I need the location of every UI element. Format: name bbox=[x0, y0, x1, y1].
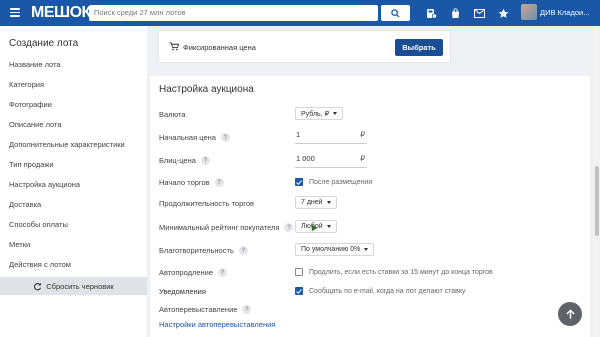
duration-dropdown[interactable]: 7 дней bbox=[295, 196, 337, 209]
auction-start-label-text: Начало торгов bbox=[159, 178, 210, 187]
charity-value: По умолчанию 0% bbox=[301, 246, 361, 253]
help-icon[interactable]: ? bbox=[238, 246, 248, 255]
checkbox-checked-icon bbox=[295, 287, 303, 295]
duration-value: 7 дней bbox=[301, 199, 323, 206]
refresh-icon bbox=[34, 282, 42, 290]
start-price-label-text: Начальная цена bbox=[159, 133, 216, 142]
help-icon[interactable]: ? bbox=[200, 156, 210, 165]
notifications-label-text: Уведомления bbox=[159, 287, 206, 296]
blitz-price-label: Блиц-цена? bbox=[159, 156, 210, 165]
menu-icon[interactable] bbox=[10, 8, 20, 17]
chevron-down-icon bbox=[364, 248, 369, 251]
blitz-price-input[interactable]: 1 000 ₽ bbox=[295, 154, 367, 168]
help-icon[interactable]: ? bbox=[220, 133, 230, 142]
search-button[interactable] bbox=[381, 5, 410, 21]
help-icon[interactable]: ? bbox=[218, 268, 228, 277]
charity-label-text: Благотворительность bbox=[159, 246, 234, 255]
cart-icon bbox=[169, 42, 179, 51]
autoextend-label: Автопродление? bbox=[159, 268, 228, 277]
sidebar-item-characteristics[interactable]: Дополнительные характеристики bbox=[9, 140, 125, 149]
autoextend-checkbox[interactable]: Продлить, если есть ставки за 15 минут д… bbox=[295, 268, 493, 276]
autoextend-label-text: Автопродление bbox=[159, 268, 214, 277]
start-after-posting-label: После размещения bbox=[309, 178, 373, 186]
sidebar-item-photos[interactable]: Фотографии bbox=[9, 100, 52, 109]
autorelist-settings-link[interactable]: Настройки автоперевыставления bbox=[159, 320, 275, 329]
chevron-down-icon bbox=[326, 201, 331, 204]
chevron-down-icon bbox=[326, 225, 331, 228]
currency-symbol: ₽ bbox=[360, 130, 365, 139]
blitz-price-value: 1 000 bbox=[296, 154, 315, 163]
fixed-price-label: Фиксированная цена bbox=[183, 43, 256, 52]
site-logo[interactable]: МЕШОК bbox=[31, 4, 91, 22]
help-icon[interactable]: ? bbox=[214, 178, 224, 187]
currency-dropdown[interactable]: Рубль, ₽ bbox=[295, 107, 344, 120]
reset-draft-button[interactable]: Сбросить черновик bbox=[0, 277, 147, 295]
auction-settings-title: Настройка аукциона bbox=[159, 84, 254, 95]
start-price-input[interactable]: 1 ₽ bbox=[295, 130, 367, 144]
calc-icon[interactable] bbox=[424, 6, 438, 20]
search-input[interactable]: Поиск среди 27 млн лотов bbox=[89, 5, 378, 21]
auction-settings-card: Настройка аукциона Валюта Рубль, ₽ Начал… bbox=[150, 76, 590, 337]
sidebar-title: Создание лота bbox=[9, 38, 79, 49]
arrow-up-icon bbox=[565, 308, 575, 319]
currency-value: Рубль, ₽ bbox=[301, 110, 330, 118]
duration-label: Продолжительность торгов bbox=[159, 199, 254, 208]
notifications-label: Уведомления bbox=[159, 287, 206, 296]
sidebar-item-description[interactable]: Описание лота bbox=[9, 120, 62, 129]
star-icon[interactable] bbox=[496, 6, 510, 20]
checkbox-checked-icon bbox=[295, 178, 303, 186]
reset-draft-label: Сбросить черновик bbox=[46, 281, 114, 291]
sidebar-item-delivery[interactable]: Доставка bbox=[9, 200, 41, 209]
fixed-price-card: Фиксированная цена Выбрать bbox=[158, 30, 451, 63]
help-icon[interactable]: ? bbox=[242, 305, 252, 314]
sidebar-item-tags[interactable]: Метки bbox=[9, 240, 30, 249]
autorelist-label: Автоперевыставление? bbox=[159, 305, 252, 314]
min-rating-label-text: Минимальный рейтинг покупателя bbox=[159, 223, 280, 232]
top-bar: МЕШОК Поиск среди 27 млн лотов ДИВ Кладо… bbox=[0, 0, 600, 26]
blitz-price-label-text: Блиц-цена bbox=[159, 156, 196, 165]
currency-label: Валюта bbox=[159, 110, 186, 119]
auction-start-label: Начало торгов? bbox=[159, 178, 224, 187]
checkbox-unchecked-icon bbox=[295, 268, 303, 276]
sidebar-item-sale-type[interactable]: Тип продажи bbox=[9, 160, 54, 169]
duration-label-text: Продолжительность торгов bbox=[159, 199, 254, 208]
charity-dropdown[interactable]: По умолчанию 0% bbox=[295, 243, 375, 256]
sidebar-item-auction-settings[interactable]: Настройка аукциона bbox=[9, 180, 80, 189]
scrollbar-thumb[interactable] bbox=[595, 166, 599, 236]
page-scrollbar[interactable] bbox=[594, 26, 600, 337]
choose-fixed-price-button[interactable]: Выбрать bbox=[395, 39, 443, 56]
sidebar-item-payment[interactable]: Способы оплаты bbox=[9, 220, 68, 229]
sidebar-item-title[interactable]: Название лота bbox=[9, 60, 61, 69]
currency-label-text: Валюта bbox=[159, 110, 186, 119]
notify-email-label: Сообщать по e-mail, когда на лот делают … bbox=[309, 287, 466, 295]
avatar[interactable] bbox=[521, 4, 537, 20]
autoextend-option-label: Продлить, если есть ставки за 15 минут д… bbox=[309, 268, 493, 276]
autorelist-label-text: Автоперевыставление bbox=[159, 305, 238, 314]
bag-icon[interactable] bbox=[448, 6, 462, 20]
charity-label: Благотворительность? bbox=[159, 246, 248, 255]
start-price-value: 1 bbox=[296, 130, 301, 139]
chevron-down-icon bbox=[333, 112, 338, 115]
currency-symbol: ₽ bbox=[360, 154, 365, 163]
scroll-to-top-button[interactable] bbox=[558, 302, 582, 326]
min-rating-label: Минимальный рейтинг покупателя? bbox=[159, 223, 294, 232]
start-price-label: Начальная цена? bbox=[159, 133, 230, 142]
user-name[interactable]: ДИВ Кладои... bbox=[540, 8, 589, 17]
search-icon bbox=[391, 8, 400, 18]
help-icon[interactable]: ? bbox=[284, 223, 294, 232]
notify-email-checkbox[interactable]: Сообщать по e-mail, когда на лот делают … bbox=[295, 287, 466, 295]
sidebar: Создание лота Название лота Категория Фо… bbox=[0, 26, 147, 337]
sidebar-item-lot-actions[interactable]: Действия с лотом bbox=[9, 260, 71, 269]
mail-icon[interactable] bbox=[472, 6, 486, 20]
start-after-posting-checkbox[interactable]: После размещения bbox=[295, 178, 372, 186]
sidebar-item-category[interactable]: Категория bbox=[9, 80, 44, 89]
